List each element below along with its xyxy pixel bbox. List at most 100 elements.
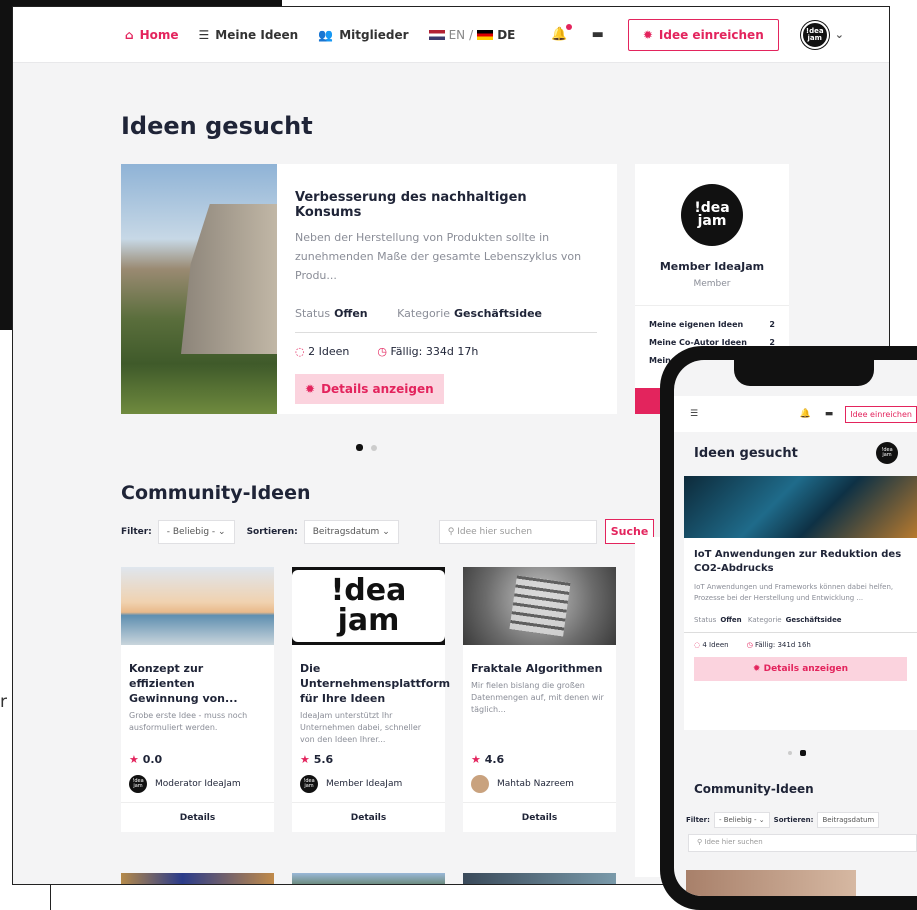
mobile-challenge-meta: Status Offen Kategorie Geschäftsidee (684, 604, 917, 633)
de-flag-icon[interactable] (477, 29, 494, 40)
challenge-body: Verbesserung des nachhaltigen Konsums Ne… (277, 164, 617, 414)
idea-details-button[interactable]: Details (121, 802, 274, 832)
idea-card[interactable]: Fraktale Algorithmen Mir fielen bislang … (463, 567, 616, 832)
star-icon: ★ (471, 753, 481, 766)
mobile-idea-card-peek[interactable] (686, 870, 856, 896)
row-value: 2 (769, 320, 775, 329)
fractal-cube (509, 575, 571, 637)
challenge-title[interactable]: Verbesserung des nachhaltigen Konsums (295, 190, 597, 220)
filter-label: Filter: (121, 526, 152, 537)
author-name: Moderator IdeaJam (155, 779, 241, 789)
search-placeholder: Idee hier suchen (457, 526, 533, 537)
idea-author[interactable]: !dea jam Moderator IdeaJam (129, 775, 241, 793)
mobile-challenge-stats: ◌ 4 Ideen ◷ Fällig: 341d 16h (684, 633, 917, 657)
star-icon: ★ (129, 753, 139, 766)
nav-my-ideas-label: Meine Ideen (215, 27, 299, 42)
mobile-challenge-title[interactable]: IoT Anwendungen zur Reduktion des CO2-Ab… (684, 538, 917, 576)
idea-author[interactable]: Mahtab Nazreem (471, 775, 574, 793)
nav-my-ideas[interactable]: ☰ Meine Ideen (199, 28, 299, 42)
profile-role: Member (693, 279, 731, 289)
category-label: Kategorie (397, 307, 451, 320)
status-value: Offen (720, 616, 742, 624)
chat-icon[interactable]: ▬ (592, 27, 604, 42)
profile-row[interactable]: Meine eigenen Ideen 2 (649, 320, 775, 329)
idea-desc: Mir fielen bislang die großen Datenmenge… (471, 681, 604, 714)
chevron-down-icon[interactable]: ⌄ (835, 28, 844, 41)
carousel-dot[interactable] (371, 444, 377, 451)
star-icon: ★ (300, 753, 310, 766)
carousel-dot-active[interactable] (356, 444, 363, 451)
challenge-meta: Status Offen Kategorie Geschäftsidee (295, 307, 597, 333)
mobile-search-input[interactable]: ⚲ Idee hier suchen (688, 834, 917, 852)
mobile-user-avatar[interactable]: !dea jam (876, 442, 898, 464)
idea-title[interactable]: Die Unternehmensplattform für Ihre Ideen (292, 645, 450, 706)
status-label: Status (694, 616, 717, 624)
idea-card-peek[interactable] (292, 873, 445, 884)
language-switcher[interactable]: EN / DE (428, 28, 515, 42)
submit-idea-button[interactable]: ✹ Idee einreichen (627, 18, 779, 51)
image-detail (181, 204, 277, 354)
idea-author[interactable]: !dea jam Member IdeaJam (300, 775, 402, 793)
users-icon: 👥 (318, 27, 334, 42)
profile-name: Member IdeaJam (659, 260, 765, 273)
phone-mockup: ☰ 🔔 ▬ Idee einreichen Ideen gesucht !dea… (660, 346, 917, 910)
challenge-stats: ◌ 2 Ideen ◷ Fällig: 334d 17h (295, 345, 597, 358)
search-icon: ⚲ (447, 526, 455, 537)
clock-icon: ◷ (377, 345, 387, 358)
lang-en[interactable]: EN (449, 28, 466, 42)
filter-label: Filter: (686, 816, 710, 824)
idea-details-button[interactable]: Details (463, 802, 616, 832)
mobile-details-button[interactable]: ✹ Details anzeigen (694, 657, 907, 681)
idea-card[interactable]: !dea jam Die Unternehmensplattform für I… (292, 567, 450, 832)
status-value: Offen (334, 307, 368, 320)
idea-title[interactable]: Fraktale Algorithmen (463, 645, 616, 676)
idea-card-peek[interactable] (121, 873, 274, 884)
due-time: ◷ Fällig: 341d 16h (747, 641, 811, 649)
chat-icon[interactable]: ▬ (825, 409, 834, 419)
idea-image (463, 567, 616, 645)
due-time: ◷ Fällig: 334d 17h (377, 345, 478, 358)
filter-value: - Beliebig - (166, 526, 216, 537)
bell-icon[interactable]: 🔔 (551, 24, 572, 42)
list-icon: ☰ (198, 27, 210, 42)
home-icon: ⌂ (125, 27, 134, 42)
rating-value: 5.6 (313, 753, 334, 766)
details-button[interactable]: ✹ Details anzeigen (295, 374, 444, 404)
idea-image: !dea jam (292, 567, 445, 645)
nav-members[interactable]: 👥 Mitglieder (318, 28, 408, 42)
user-avatar[interactable]: !dea jam (800, 20, 829, 49)
sort-value: Beitragsdatum (312, 526, 380, 537)
submit-idea-label: Idee einreichen (658, 27, 764, 42)
profile-avatar[interactable]: !dea jam (681, 184, 743, 246)
ideas-count: ◌ 2 Ideen (295, 345, 349, 358)
carousel-dot-active[interactable] (800, 750, 806, 756)
hamburger-icon[interactable]: ☰ (690, 409, 698, 419)
top-navbar: ⌂ Home ☰ Meine Ideen 👥 Mitglieder EN / DE 🔔… (13, 7, 889, 63)
sort-select[interactable]: Beitragsdatum ⌄ (303, 519, 399, 544)
challenge-image (121, 164, 277, 414)
mobile-submit-button[interactable]: Idee einreichen (845, 405, 917, 423)
idea-card[interactable]: Konzept zur effizienten Gewinnung von...… (121, 567, 274, 832)
nav-home[interactable]: ⌂ Home (125, 28, 179, 42)
bell-icon[interactable]: 🔔 (800, 409, 811, 419)
idea-details-button[interactable]: Details (292, 802, 445, 832)
rating-value: 0.0 (142, 753, 163, 766)
details-label: Details anzeigen (763, 664, 849, 674)
row-label: Meine eigenen Ideen (649, 320, 744, 329)
search-placeholder: Idee hier suchen (704, 838, 763, 846)
filter-select[interactable]: - Beliebig - ⌄ (713, 812, 770, 828)
sort-label: Sortieren: (773, 816, 814, 824)
category-label: Kategorie (747, 616, 782, 624)
search-input[interactable]: ⚲ Idee hier suchen (438, 519, 597, 544)
lang-de[interactable]: DE (497, 28, 515, 42)
status-label: Status (295, 307, 331, 320)
idea-card-peek[interactable] (463, 873, 616, 884)
idea-title[interactable]: Konzept zur effizienten Gewinnung von... (121, 645, 274, 706)
ideas-label: 4 Ideen (702, 641, 729, 649)
due-label: Fällig: 334d 17h (390, 345, 479, 358)
marketing-composite: r ⌂ Home ☰ Meine Ideen 👥 Mitglieder EN / DE… (0, 0, 917, 910)
sort-select[interactable]: Beitragsdatum (817, 812, 880, 828)
carousel-dot[interactable] (788, 751, 792, 755)
filter-select[interactable]: - Beliebig - ⌄ (157, 519, 235, 544)
us-flag-icon[interactable] (428, 29, 445, 40)
